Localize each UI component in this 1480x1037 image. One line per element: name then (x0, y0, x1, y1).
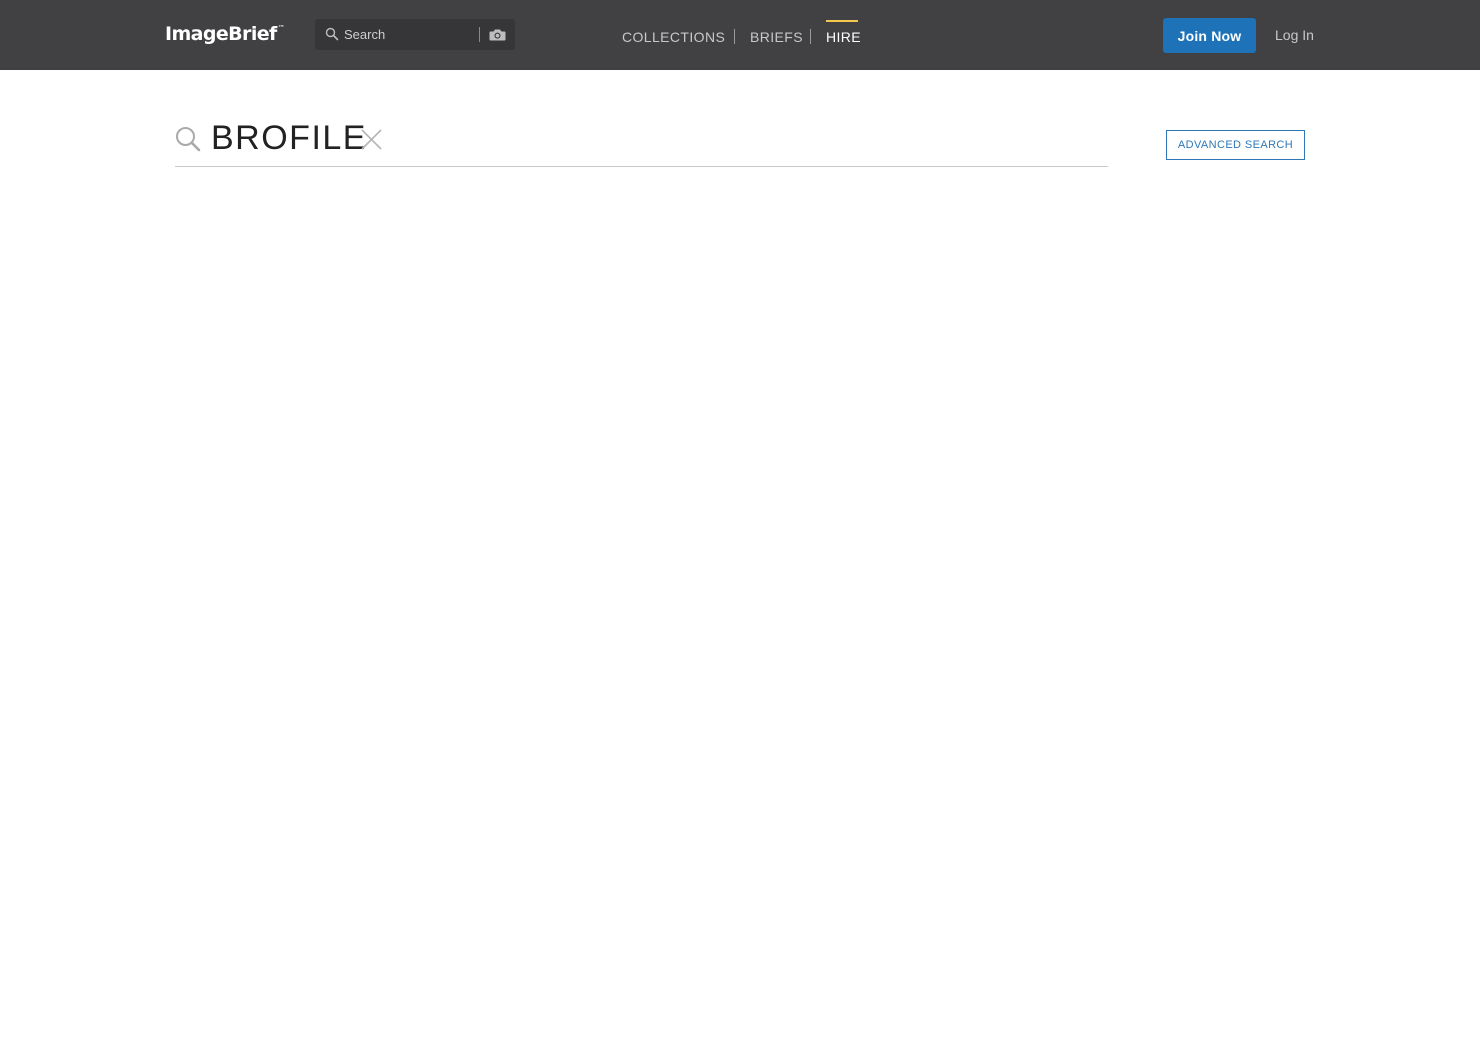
close-icon[interactable] (361, 129, 382, 150)
nav-item-collections[interactable]: COLLECTIONS (622, 28, 725, 46)
nav-item-briefs[interactable]: BRIEFS (750, 28, 803, 46)
nav-item-hire[interactable]: HIRE (826, 28, 861, 46)
camera-icon[interactable] (489, 27, 506, 42)
log-in-link[interactable]: Log In (1275, 26, 1314, 44)
magnifier-icon (176, 127, 201, 152)
nav-separator (734, 29, 735, 44)
logo-text: ImageBrief (165, 23, 277, 45)
search-query-bar: BROFILE (175, 110, 1108, 167)
active-nav-indicator (826, 20, 858, 22)
search-divider (479, 27, 480, 42)
logo-trademark: ™ (277, 24, 285, 32)
advanced-search-button[interactable]: ADVANCED SEARCH (1166, 130, 1305, 160)
imagebrief-logo[interactable]: ImageBrief ™ (165, 22, 285, 48)
header-search-input[interactable] (344, 24, 484, 45)
header-search-box (315, 19, 515, 50)
nav-separator (810, 29, 811, 44)
top-navigation-bar: ImageBrief ™ COLLECTIONS BRIEFS HIRE Joi… (0, 0, 1480, 70)
search-query-text[interactable]: BROFILE (211, 118, 367, 158)
join-now-button[interactable]: Join Now (1163, 18, 1256, 53)
search-icon (325, 27, 339, 41)
